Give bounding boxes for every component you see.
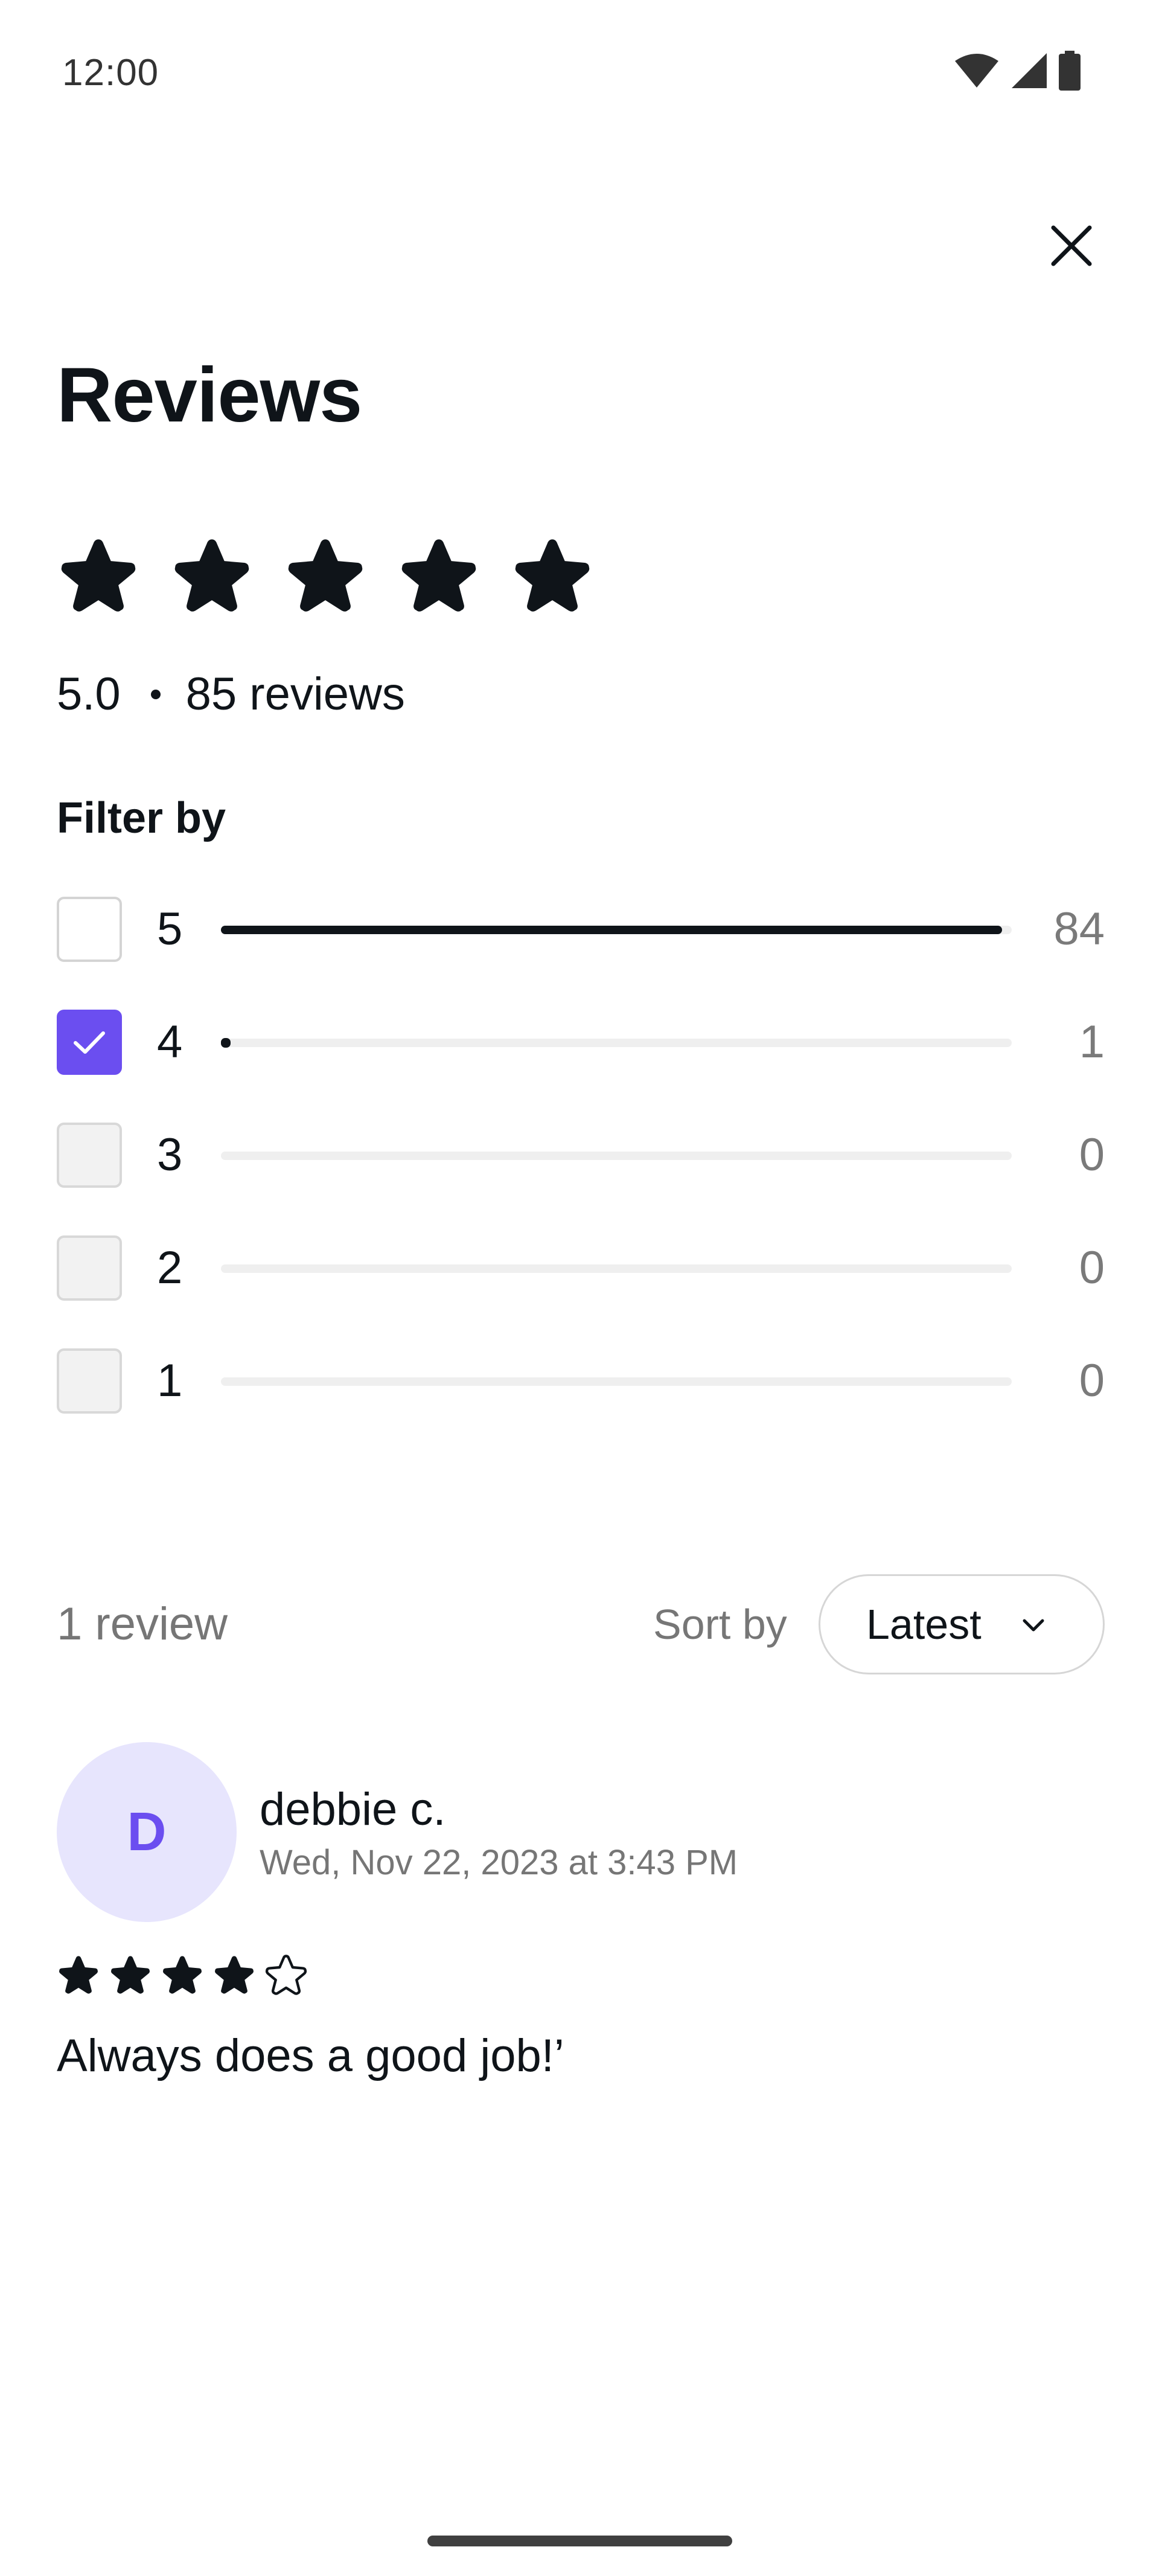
- wifi-icon: [955, 54, 998, 88]
- cell-signal-icon: [1012, 53, 1047, 88]
- status-icons: [954, 50, 1081, 92]
- filter-checkbox-2: [57, 1235, 122, 1301]
- status-time: 12:00: [62, 52, 159, 94]
- filter-count: 0: [1079, 1242, 1105, 1293]
- filter-checkbox-5[interactable]: [57, 897, 122, 962]
- filter-star-label: 3: [157, 1129, 183, 1181]
- filter-star-label: 5: [157, 903, 183, 955]
- sort-label: Sort by: [653, 1601, 787, 1648]
- filter-row-5[interactable]: 5 84: [57, 897, 1105, 1010]
- filter-star-label: 2: [157, 1242, 183, 1293]
- filter-bar-track: [221, 1264, 1012, 1273]
- filter-bar-track: [221, 926, 1012, 934]
- star-filled-icon: [59, 1956, 98, 1994]
- filter-bar-track: [221, 1152, 1012, 1160]
- page-title: Reviews: [57, 352, 362, 438]
- review-stars: [57, 1953, 308, 1997]
- overall-rating-stars: [57, 534, 594, 618]
- filter-bar-fill: [221, 1038, 231, 1048]
- separator-dot: [150, 690, 161, 699]
- star-filled-icon: [174, 539, 249, 612]
- star-filled-icon: [215, 1956, 254, 1994]
- review-text: Always does a good job!’: [57, 2030, 564, 2081]
- filter-row-2[interactable]: 20: [57, 1235, 1105, 1348]
- rating-summary: 5.0 85 reviews: [57, 664, 405, 725]
- sort-dropdown[interactable]: Latest: [819, 1574, 1105, 1674]
- filter-row-1[interactable]: 10: [57, 1348, 1105, 1461]
- chevron-down-icon: [1023, 1619, 1044, 1632]
- filter-bar-fill: [221, 926, 1003, 934]
- star-filled-icon: [401, 539, 476, 612]
- filter-heading: Filter by: [57, 794, 226, 842]
- filter-count: 1: [1079, 1016, 1105, 1068]
- review-date: Wed, Nov 22, 2023 at 3:43 PM: [260, 1843, 738, 1882]
- home-indicator[interactable]: [427, 2536, 732, 2546]
- filter-checkbox-1: [57, 1348, 122, 1414]
- close-button[interactable]: [1044, 219, 1099, 273]
- avatar: D: [57, 1742, 237, 1922]
- rating-average: 5.0: [57, 668, 121, 720]
- filter-bar-track: [221, 1038, 1012, 1048]
- results-count: 1 review: [57, 1598, 228, 1650]
- battery-icon: [1059, 51, 1081, 91]
- filter-row-3[interactable]: 30: [57, 1123, 1105, 1235]
- filter-star-label: 4: [157, 1016, 183, 1068]
- filter-count: 84: [1053, 903, 1105, 955]
- status-bar: 12:00: [0, 0, 1159, 139]
- filter-row-4[interactable]: 41: [57, 1010, 1105, 1123]
- star-filled-icon: [111, 1956, 150, 1994]
- filter-rows: 5 84 4 1 3 0 2 0 1 0: [57, 897, 1105, 1461]
- rating-review-count: 85 reviews: [185, 668, 405, 720]
- filter-bar-track: [221, 1377, 1012, 1386]
- sort-dropdown-value: Latest: [866, 1601, 982, 1648]
- star-outline-icon: [265, 1955, 307, 1995]
- star-filled-icon: [61, 539, 136, 612]
- filter-count: 0: [1079, 1355, 1105, 1406]
- filter-count: 0: [1079, 1129, 1105, 1181]
- checkmark-icon: [74, 1031, 105, 1054]
- filter-checkbox-3: [57, 1123, 122, 1188]
- star-filled-icon: [163, 1956, 202, 1994]
- review-author: debbie c.: [260, 1784, 446, 1835]
- filter-star-label: 1: [157, 1355, 183, 1406]
- star-filled-icon: [288, 539, 363, 612]
- filter-checkbox-4[interactable]: [57, 1010, 122, 1075]
- close-icon: [1051, 225, 1092, 266]
- star-filled-icon: [515, 539, 590, 612]
